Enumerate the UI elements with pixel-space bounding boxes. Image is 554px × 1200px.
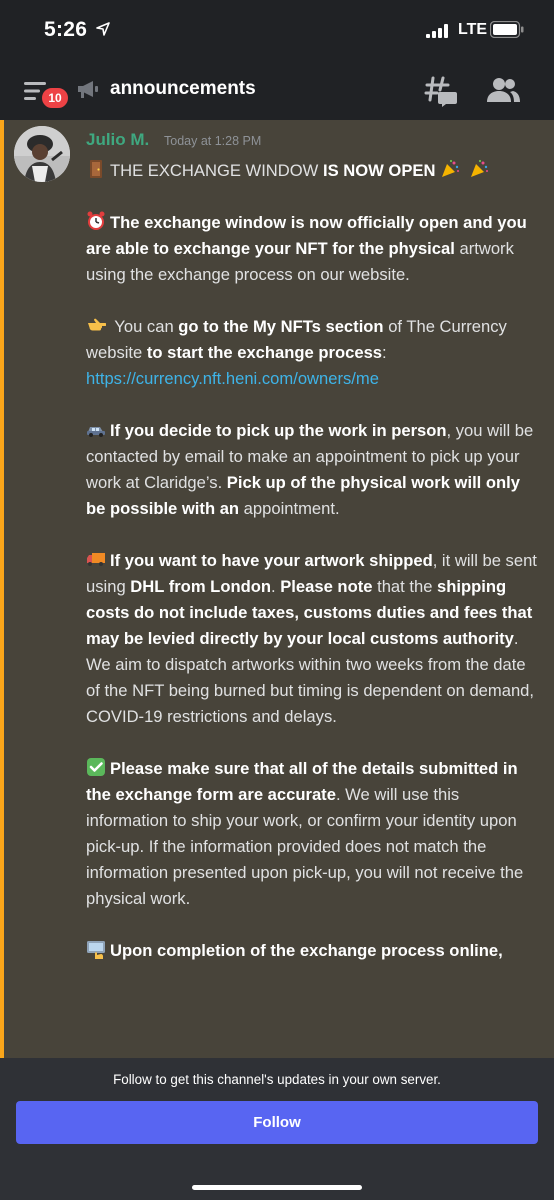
- message-paragraph: Please make sure that all of the details…: [86, 758, 524, 908]
- follow-button[interactable]: Follow: [16, 1101, 538, 1144]
- channel-name: announcements: [110, 78, 256, 99]
- party-popper-emoji: [442, 159, 460, 177]
- message-paragraph: The exchange window is now officially op…: [86, 211, 527, 284]
- pointing-right-emoji: [88, 318, 106, 331]
- follow-footer: Follow to get this channel's updates in …: [0, 1058, 554, 1200]
- status-time: 5:26: [44, 18, 88, 41]
- highlight-bar: [0, 120, 4, 1058]
- party-popper-emoji: [470, 159, 488, 177]
- notification-badge: 10: [40, 86, 70, 110]
- message-paragraph: You can go to the My NFTs section of The…: [86, 317, 507, 388]
- message-author[interactable]: Julio M.: [86, 130, 149, 150]
- check-mark-emoji: [87, 758, 105, 776]
- home-indicator[interactable]: [192, 1185, 362, 1190]
- avatar[interactable]: [14, 126, 70, 182]
- location-arrow-icon: [96, 22, 110, 36]
- message-paragraph: Upon completion of the exchange process …: [86, 938, 542, 964]
- computer-hand-emoji: [87, 941, 105, 959]
- signal-icon: [426, 24, 448, 38]
- exchange-link[interactable]: https://currency.nft.heni.com/owners/me: [86, 369, 379, 388]
- members-icon[interactable]: [486, 76, 520, 104]
- network-type: LTE: [458, 21, 488, 38]
- message-timestamp: Today at 1:28 PM: [164, 134, 262, 148]
- threads-icon[interactable]: [424, 74, 458, 108]
- avatar-photo: [14, 126, 70, 182]
- status-bar: 5:26 LTE: [0, 0, 554, 62]
- door-emoji: [90, 160, 102, 178]
- battery-icon: [490, 21, 524, 38]
- message-paragraph: If you decide to pick up the work in per…: [86, 421, 534, 518]
- car-emoji: [87, 427, 105, 437]
- alarm-clock-emoji: [87, 211, 105, 230]
- message-paragraph: THE EXCHANGE WINDOW IS NOW OPEN: [86, 158, 542, 184]
- truck-emoji: [87, 553, 105, 566]
- message-content: THE EXCHANGE WINDOW IS NOW OPEN The exch…: [86, 158, 542, 990]
- channel-header: 10 announcements: [0, 62, 554, 120]
- megaphone-icon: [78, 81, 98, 98]
- follow-note: Follow to get this channel's updates in …: [113, 1072, 441, 1087]
- message-list[interactable]: Julio M. Today at 1:28 PM THE EXCHANGE W…: [0, 120, 554, 1058]
- message-paragraph: If you want to have your artwork shipped…: [86, 551, 537, 726]
